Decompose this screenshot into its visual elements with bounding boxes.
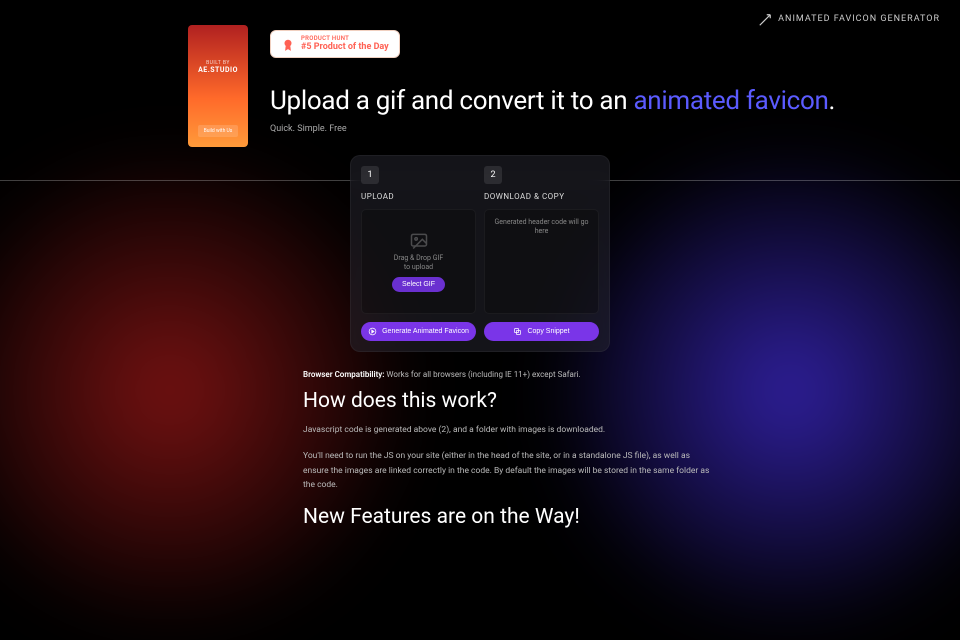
- hero-title: Upload a gif and convert it to an animat…: [270, 86, 890, 116]
- logo-icon: [758, 12, 772, 26]
- step-2-badge: 2: [484, 166, 502, 184]
- how-paragraph-1: Javascript code is generated above (2), …: [303, 423, 713, 437]
- how-it-works-heading: How does this work?: [303, 389, 713, 413]
- select-gif-button[interactable]: Select GIF: [392, 277, 445, 292]
- download-column: 2 DOWNLOAD & COPY Generated header code …: [484, 166, 599, 314]
- hero-subtitle: Quick. Simple. Free: [270, 124, 890, 134]
- output-placeholder-text: Generated header code will go here: [493, 218, 590, 236]
- site-header: ANIMATED FAVICON GENERATOR: [758, 12, 940, 26]
- upload-column: 1 UPLOAD Drag & Drop GIF to upload Selec…: [361, 166, 476, 314]
- upload-title: UPLOAD: [361, 192, 476, 201]
- drop-zone-text: Drag & Drop GIF to upload: [394, 254, 444, 272]
- ae-studio-sidebar: BUILT BY AE.STUDIO Build with Us: [188, 25, 248, 147]
- product-hunt-badge[interactable]: PRODUCT HUNT #5 Product of the Day: [270, 30, 400, 58]
- code-output-zone: Generated header code will go here: [484, 209, 599, 314]
- image-icon: [409, 231, 429, 249]
- download-title: DOWNLOAD & COPY: [484, 192, 599, 201]
- converter-card: 1 UPLOAD Drag & Drop GIF to upload Selec…: [350, 155, 610, 352]
- play-circle-icon: [368, 327, 377, 336]
- info-section: Browser Compatibility: Works for all bro…: [303, 370, 713, 529]
- how-paragraph-2: You'll need to run the JS on your site (…: [303, 449, 713, 492]
- gif-drop-zone[interactable]: Drag & Drop GIF to upload Select GIF: [361, 209, 476, 314]
- browser-compatibility: Browser Compatibility: Works for all bro…: [303, 370, 713, 379]
- copy-snippet-button[interactable]: Copy Snippet: [484, 322, 599, 341]
- product-hunt-rank: #5 Product of the Day: [301, 43, 389, 53]
- build-with-us-button[interactable]: Build with Us: [198, 125, 239, 137]
- medal-icon: [281, 37, 295, 51]
- hero-section: PRODUCT HUNT #5 Product of the Day Uploa…: [270, 30, 890, 152]
- site-title: ANIMATED FAVICON GENERATOR: [778, 14, 940, 24]
- step-1-badge: 1: [361, 166, 379, 184]
- ae-studio-brand: AE.STUDIO: [198, 66, 238, 74]
- generate-favicon-button[interactable]: Generate Animated Favicon: [361, 322, 476, 341]
- copy-icon: [513, 327, 522, 336]
- new-features-heading: New Features are on the Way!: [303, 505, 713, 529]
